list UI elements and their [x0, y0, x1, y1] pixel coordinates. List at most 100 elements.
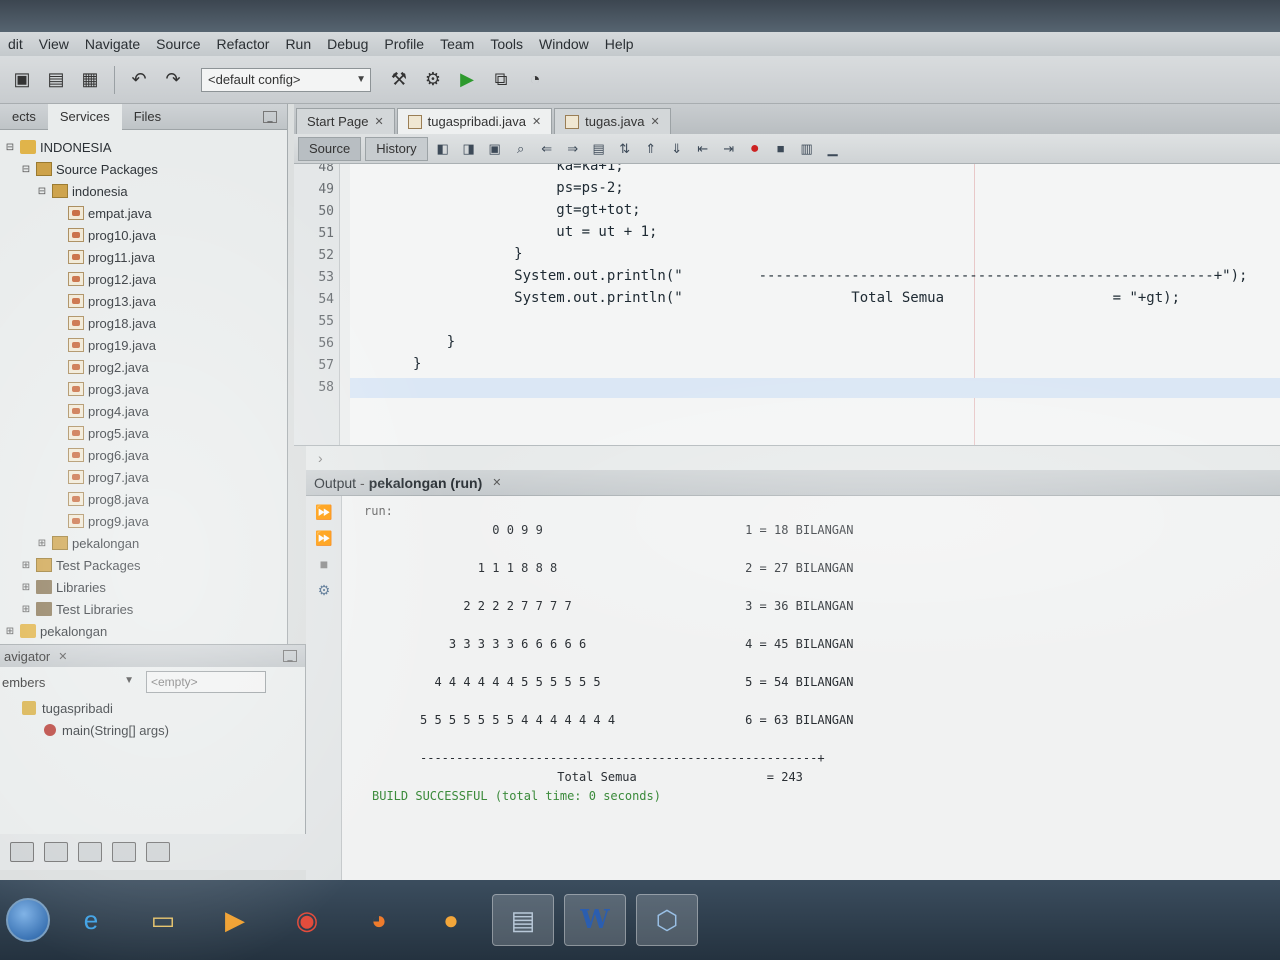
tab-services[interactable]: Services	[47, 103, 122, 130]
menu-item[interactable]: Debug	[319, 36, 376, 52]
collapse-icon[interactable]: ⊟	[20, 164, 32, 175]
stop-icon[interactable]: ■	[313, 554, 335, 574]
tree-item[interactable]: ⊟ indonesia	[0, 180, 287, 202]
expand-icon[interactable]: ⊞	[36, 538, 48, 549]
code-editor[interactable]: 48 ka=ka+1; 49 ps=ps-2; 50 gt=gt+tot; 51 ut…	[294, 164, 1280, 446]
members-select[interactable]: embers ▼	[2, 675, 138, 690]
collapsed-panel-strip[interactable]: ›	[306, 446, 1280, 470]
tree-item[interactable]: ⊟ Source Packages	[0, 158, 287, 180]
shift-right-icon[interactable]: ⇥	[718, 139, 740, 159]
settings-icon[interactable]: ⚙	[313, 580, 335, 600]
history-icon[interactable]	[112, 842, 136, 862]
java-icon[interactable]: ●	[420, 894, 482, 946]
tab-tugaspribadi[interactable]: tugaspribadi.java ✕	[396, 108, 553, 134]
highlight-icon[interactable]: ▤	[588, 139, 610, 159]
output-run-title[interactable]: pekalongan (run)	[369, 475, 483, 491]
tree-item[interactable]: prog11.java	[0, 246, 287, 268]
find-prev-icon[interactable]: ⇐	[536, 139, 558, 159]
minimize-icon[interactable]: _	[263, 110, 277, 123]
expand-icon[interactable]: ⊞	[20, 604, 32, 615]
close-icon[interactable]: ✕	[374, 115, 383, 128]
run-icon[interactable]: ▶	[453, 66, 481, 94]
menu-item[interactable]: View	[31, 36, 77, 52]
open-project-icon[interactable]: ▦	[76, 66, 104, 94]
expand-icon[interactable]: ⊞	[4, 626, 16, 637]
menu-item[interactable]: Navigate	[77, 36, 148, 52]
tasks-icon[interactable]	[78, 842, 102, 862]
expand-icon[interactable]: ⊞	[20, 560, 32, 571]
menu-item[interactable]: Refactor	[209, 36, 278, 52]
chrome-icon[interactable]: ◉	[276, 894, 338, 946]
expand-icon[interactable]: ⊞	[20, 582, 32, 593]
shift-left-icon[interactable]: ⇤	[692, 139, 714, 159]
source-button[interactable]: Source	[298, 136, 362, 161]
media-player-icon[interactable]: ▶	[204, 894, 266, 946]
minimize-icon[interactable]: _	[283, 650, 297, 662]
start-button[interactable]	[6, 898, 50, 942]
build-hammer-icon[interactable]: ⚒	[385, 66, 413, 94]
virtualbox-icon[interactable]: ⬡	[636, 894, 698, 946]
menu-item[interactable]: Run	[277, 36, 319, 52]
tree-item[interactable]: prog3.java	[0, 378, 287, 400]
tree-item[interactable]: prog19.java	[0, 334, 287, 356]
stop-macro-icon[interactable]: ■	[770, 139, 792, 159]
tree-item[interactable]: prog6.java	[0, 444, 287, 466]
menu-item[interactable]: Source	[148, 36, 208, 52]
navigator-filter-select[interactable]: <empty>	[146, 671, 266, 693]
tab-tugas[interactable]: tugas.java ✕	[554, 108, 671, 134]
tree-item[interactable]: ⊞ Test Libraries	[0, 598, 287, 620]
config-select[interactable]: <default config> ▼	[201, 67, 371, 92]
tree-item[interactable]: ⊞ pekalongan	[0, 532, 287, 554]
tree-item[interactable]: prog7.java	[0, 466, 287, 488]
navigator-class-row[interactable]: tugaspribadi	[0, 697, 305, 719]
search-icon[interactable]	[146, 842, 170, 862]
tree-item[interactable]: prog12.java	[0, 268, 287, 290]
undo-icon[interactable]: ↶	[125, 66, 153, 94]
tree-item[interactable]: ⊞ pekalongan	[0, 620, 287, 642]
find-icon[interactable]: ⌕	[510, 139, 532, 159]
next-bookmark-icon[interactable]: ⇓	[666, 139, 688, 159]
new-project-icon[interactable]: ▣	[8, 66, 36, 94]
back-icon[interactable]: ◧	[432, 139, 454, 159]
close-icon[interactable]: ✕	[492, 476, 501, 489]
tree-item[interactable]: prog4.java	[0, 400, 287, 422]
tab-start-page[interactable]: Start Page ✕	[296, 108, 395, 134]
word-icon[interactable]: W	[564, 894, 626, 946]
prev-bookmark-icon[interactable]: ⇑	[640, 139, 662, 159]
menu-item[interactable]: Tools	[482, 36, 531, 52]
uncomment-icon[interactable]: ▁	[822, 139, 844, 159]
redo-icon[interactable]: ↷	[159, 66, 187, 94]
history-button[interactable]: History	[365, 136, 428, 161]
collapse-icon[interactable]: ⊟	[36, 186, 48, 197]
tree-item[interactable]: prog9.java	[0, 510, 287, 532]
tree-item[interactable]: empat.java	[0, 202, 287, 224]
menu-item[interactable]: dit	[0, 36, 31, 52]
find-next-icon[interactable]: ⇒	[562, 139, 584, 159]
menu-item[interactable]: Team	[432, 36, 482, 52]
profile-icon[interactable]: ◔	[521, 66, 549, 94]
navigator-method-row[interactable]: main(String[] args)	[0, 719, 305, 741]
comment-icon[interactable]: ▥	[796, 139, 818, 159]
menu-item[interactable]: Window	[531, 36, 597, 52]
network-icon[interactable]: ▤	[492, 894, 554, 946]
tree-item[interactable]: prog5.java	[0, 422, 287, 444]
save-all-icon[interactable]: ▤	[42, 66, 70, 94]
close-icon[interactable]: ✕	[650, 115, 659, 128]
last-edit-icon[interactable]: ▣	[484, 139, 506, 159]
close-icon[interactable]: ✕	[532, 115, 541, 128]
tree-item[interactable]: ⊞ Libraries	[0, 576, 287, 598]
tree-item[interactable]: prog10.java	[0, 224, 287, 246]
menu-item[interactable]: Profile	[376, 36, 432, 52]
folder-icon[interactable]: ▭	[132, 894, 194, 946]
tree-item[interactable]: ⊞ Test Packages	[0, 554, 287, 576]
tab-projects[interactable]: ects	[0, 109, 48, 124]
tree-item[interactable]: prog8.java	[0, 488, 287, 510]
collapse-icon[interactable]: ⊟	[4, 142, 16, 153]
debug-icon[interactable]: ⧉	[487, 66, 515, 94]
tree-item[interactable]: prog13.java	[0, 290, 287, 312]
palette-icon[interactable]	[10, 842, 34, 862]
tab-files[interactable]: Files	[122, 109, 173, 124]
rerun-with-params-icon[interactable]: ⏩	[313, 528, 335, 548]
record-macro-icon[interactable]: ●	[744, 139, 766, 159]
window-icon[interactable]	[44, 842, 68, 862]
